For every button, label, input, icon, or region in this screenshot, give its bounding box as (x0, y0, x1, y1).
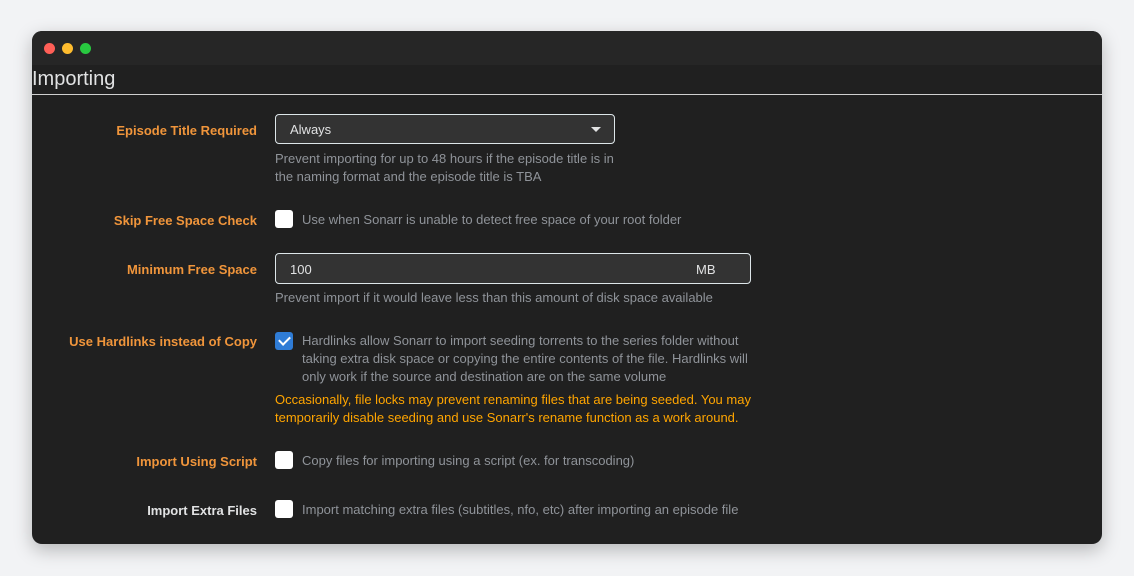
minimum-free-space-label: Minimum Free Space (126, 262, 257, 277)
import-using-script-label: Import Using Script (136, 454, 257, 469)
use-hardlinks-help-line1: Hardlinks allow Sonarr to import seeding… (302, 333, 739, 348)
minimize-window-button[interactable] (62, 43, 73, 54)
import-extra-files-checkbox[interactable] (275, 500, 293, 518)
use-hardlinks-checkbox[interactable] (275, 332, 293, 350)
use-hardlinks-help-line2: taking extra disk space or copying the e… (302, 351, 748, 366)
minimum-free-space-value: 100 (290, 262, 312, 277)
minimum-free-space-unit: MB (696, 262, 716, 277)
maximize-window-button[interactable] (80, 43, 91, 54)
episode-title-required-label: Episode Title Required (116, 123, 257, 138)
import-extra-files-help: Import matching extra files (subtitles, … (302, 502, 739, 517)
use-hardlinks-help-line3: only work if the source and destination … (302, 369, 667, 384)
episode-title-help-line2: the naming format and the episode title … (275, 169, 542, 184)
import-using-script-checkbox[interactable] (275, 451, 293, 469)
import-using-script-help: Copy files for importing using a script … (302, 453, 635, 468)
section-divider (32, 94, 1102, 95)
skip-free-space-label: Skip Free Space Check (113, 213, 257, 228)
skip-free-space-checkbox[interactable] (275, 210, 293, 228)
skip-free-space-help: Use when Sonarr is unable to detect free… (302, 212, 682, 227)
use-hardlinks-warning-line2: temporarily disable seeding and use Sona… (275, 410, 739, 425)
episode-title-help-line1: Prevent importing for up to 48 hours if … (275, 151, 614, 166)
window-titlebar (32, 31, 1102, 65)
import-extra-files-label: Import Extra Files (147, 503, 257, 518)
use-hardlinks-warning-line1: Occasionally, file locks may prevent ren… (275, 392, 751, 407)
chevron-down-icon (591, 127, 601, 132)
close-window-button[interactable] (44, 43, 55, 54)
minimum-free-space-help: Prevent import if it would leave less th… (275, 290, 713, 305)
minimum-free-space-input[interactable]: 100 MB (275, 253, 751, 284)
use-hardlinks-label: Use Hardlinks instead of Copy (69, 334, 257, 349)
episode-title-required-value: Always (290, 122, 332, 137)
app-window: Importing Episode Title Required Always … (32, 31, 1102, 544)
section-title: Importing (32, 68, 116, 90)
episode-title-required-select[interactable]: Always (275, 114, 615, 144)
